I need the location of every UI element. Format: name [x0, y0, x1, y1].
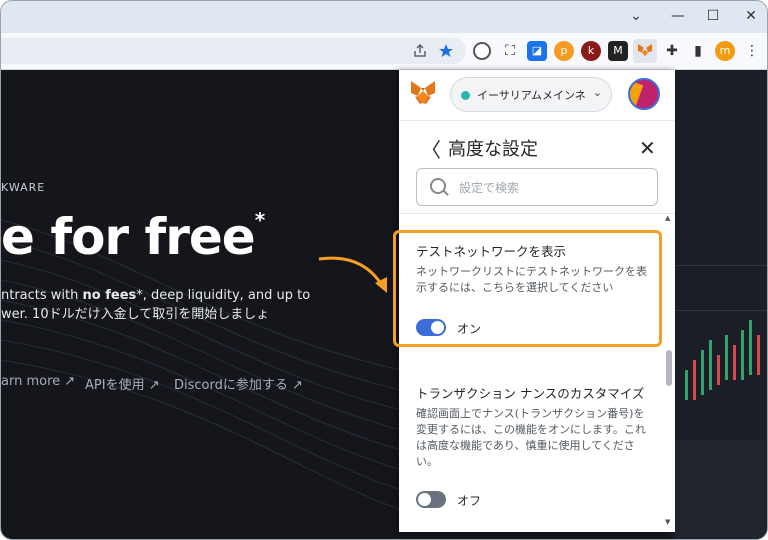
toggle-state-label-off: オフ — [457, 494, 482, 508]
use-api-link[interactable]: APIを使用 ↗ — [85, 374, 160, 393]
scroll-thumb[interactable] — [666, 350, 672, 386]
side-panel-icon[interactable]: ▮ — [688, 41, 708, 61]
browser-toolbar: ⛶ ◪ p k M ✚ ▮ m ⋮ — [1, 33, 767, 70]
network-selector[interactable]: イーサリアムメインネッ... ⌄ — [450, 77, 612, 112]
setting-title-custom-nonce: トランザクション ナンスのカスタマイズ — [416, 386, 645, 401]
pointer-arrow-icon — [318, 256, 387, 293]
back-arrow-icon[interactable]: 〈 — [421, 134, 441, 163]
trading-chart-background — [671, 70, 767, 539]
title-bar: ⌄ — ☐ ✕ — [1, 1, 767, 33]
page-title: 高度な設定 — [448, 139, 538, 160]
web-description: ntracts with no fees*, deep liquidity, a… — [1, 288, 311, 322]
scroll-down-arrow-icon[interactable]: ▼ — [665, 518, 670, 526]
divider — [399, 213, 675, 214]
search-icon — [430, 178, 446, 194]
close-icon[interactable]: ✕ — [639, 136, 656, 160]
web-eyebrow: KWARE — [1, 181, 46, 194]
metamask-extension-icon[interactable] — [633, 39, 657, 63]
setting-desc-custom-nonce: 確認画面上でナンス(トランザクション番号)を変更するには、この機能をオンにします… — [416, 407, 646, 468]
metamask-header: イーサリアムメインネッ... ⌄ — [399, 70, 675, 121]
profile-avatar[interactable]: m — [715, 41, 735, 61]
maximize-button[interactable]: ☐ — [700, 5, 726, 27]
metamask-fox-icon — [411, 81, 435, 104]
browser-window: ⌄ — ☐ ✕ ⛶ ◪ p k M ✚ ▮ m ⋮ KWARE e for fr… — [0, 0, 768, 540]
settings-search-input[interactable]: 設定で検索 — [416, 168, 658, 206]
network-label: イーサリアムメインネッ... — [477, 89, 585, 102]
bookmark-star-icon[interactable] — [438, 43, 454, 59]
web-hero-heading: e for free* — [1, 208, 265, 266]
extension-blue-icon[interactable]: ◪ — [527, 41, 547, 61]
chevron-down-icon: ⌄ — [592, 86, 602, 99]
extensions-puzzle-icon[interactable]: ✚ — [662, 41, 682, 61]
chevron-down-icon[interactable]: ⌄ — [623, 5, 649, 27]
scrollbar[interactable]: ▲ ▼ — [665, 214, 673, 532]
extension-m-icon[interactable]: M — [608, 41, 628, 61]
learn-more-link[interactable]: arn more ↗ — [1, 374, 75, 389]
screen-capture-icon[interactable]: ⛶ — [500, 41, 520, 61]
menu-kebab-icon[interactable]: ⋮ — [742, 41, 762, 61]
close-button[interactable]: ✕ — [738, 5, 764, 27]
extension-orange-icon[interactable]: p — [554, 41, 574, 61]
join-discord-link[interactable]: Discordに参加する ↗ — [174, 374, 303, 393]
toggle-custom-nonce[interactable] — [416, 491, 446, 508]
network-status-dot — [461, 91, 470, 100]
extension-red-icon[interactable]: k — [581, 41, 601, 61]
share-icon[interactable] — [413, 44, 427, 58]
toggle-knob — [418, 493, 431, 506]
minimize-button[interactable]: — — [665, 5, 691, 27]
scroll-up-arrow-icon[interactable]: ▲ — [665, 214, 670, 222]
search-placeholder: 設定で検索 — [459, 181, 520, 195]
extension-chat-icon[interactable] — [473, 42, 491, 60]
address-bar[interactable] — [1, 38, 466, 64]
account-avatar[interactable] — [628, 78, 660, 110]
highlight-box — [393, 230, 662, 347]
